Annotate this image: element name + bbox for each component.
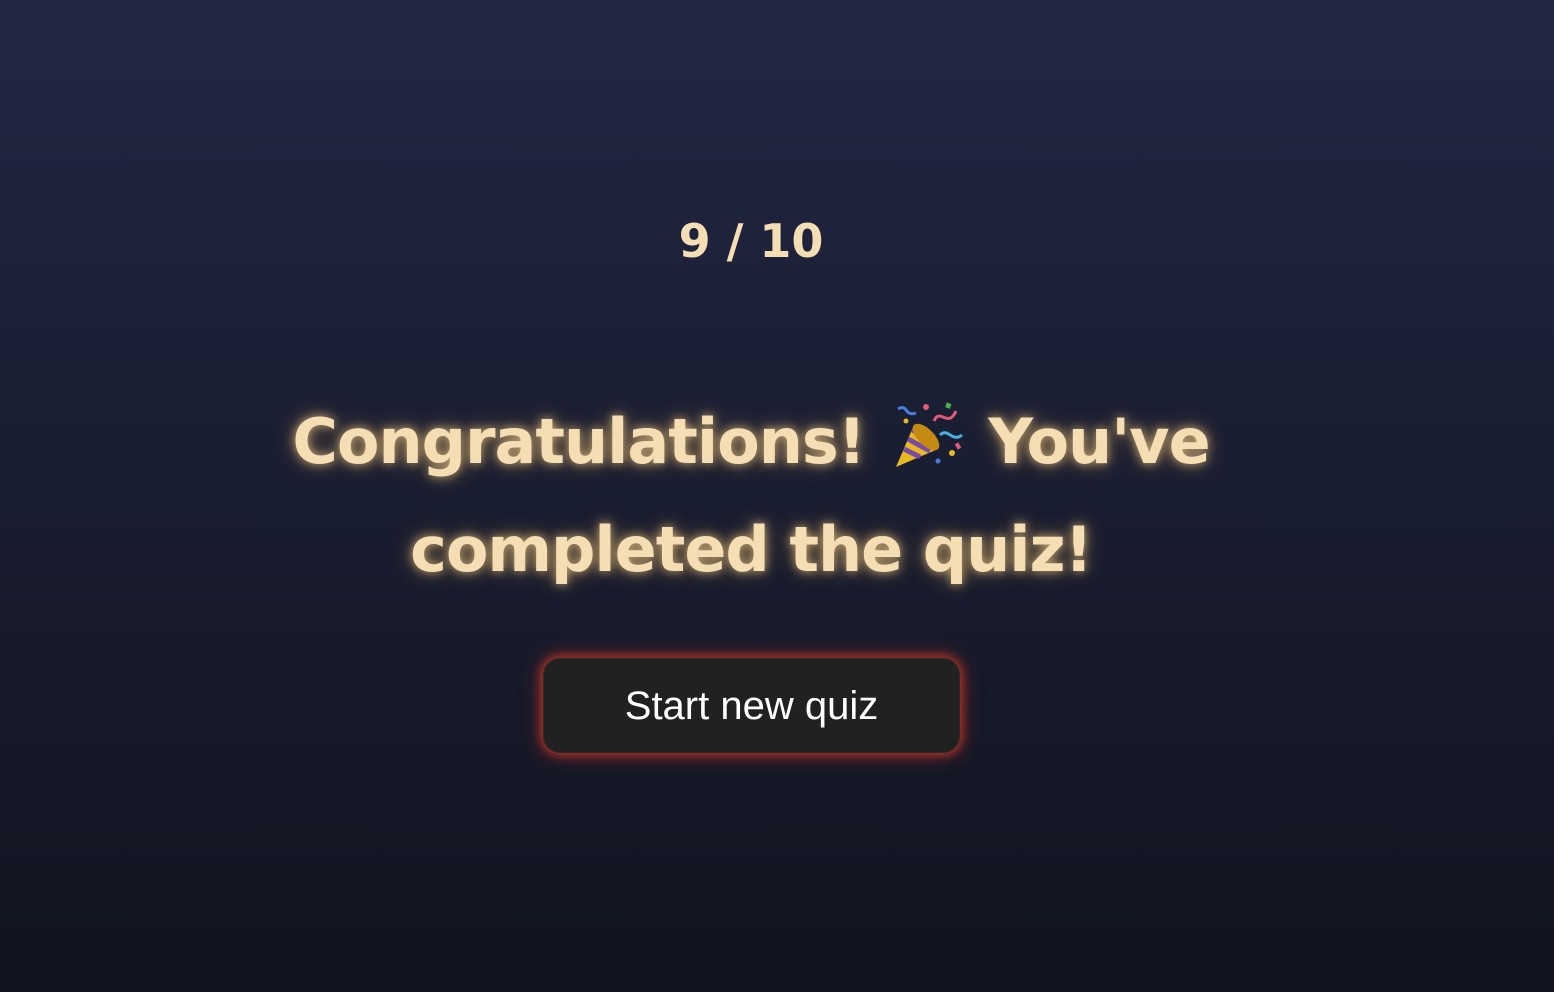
score-display: 9 / 10 [678,214,824,268]
congratulations-message: Congratulations! You've completed the qu… [290,388,1212,604]
party-popper-icon [890,394,964,467]
congratulations-text: Congratulations! [292,405,866,478]
start-new-quiz-button[interactable]: Start new quiz [543,658,960,753]
